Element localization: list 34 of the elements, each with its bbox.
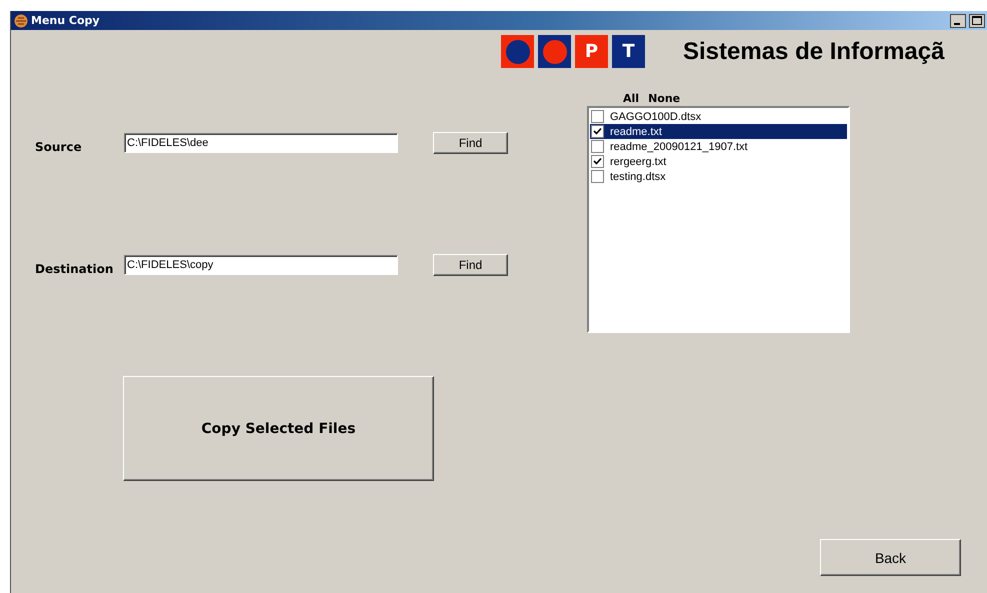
back-button[interactable]: Back <box>820 539 961 576</box>
find-button[interactable]: Find <box>433 132 508 154</box>
checkbox[interactable] <box>591 155 604 168</box>
file-name: rergeerg.txt <box>610 156 666 168</box>
file-item[interactable]: readme.txt <box>590 124 847 139</box>
minimize-icon[interactable] <box>950 14 966 28</box>
checkbox[interactable] <box>591 170 604 183</box>
header-title: Sistemas de Informaçã <box>683 38 944 66</box>
file-name: readme_20090121_1907.txt <box>610 140 748 152</box>
app-icon <box>14 14 28 28</box>
find-button[interactable]: Find <box>433 254 508 276</box>
circle-icon <box>506 40 530 64</box>
file-item[interactable]: readme_20090121_1907.txt <box>590 139 847 154</box>
logo-letter: T <box>612 35 645 68</box>
logo-letter: P <box>575 35 608 68</box>
checkbox[interactable] <box>591 125 604 138</box>
file-name: testing.dtsx <box>610 170 666 182</box>
maximize-icon[interactable] <box>969 14 985 28</box>
file-name: readme.txt <box>610 126 662 138</box>
window-title: Menu Copy <box>31 14 101 27</box>
file-item[interactable]: GAGGO100D.dtsx <box>590 109 847 124</box>
file-name: GAGGO100D.dtsx <box>610 110 702 122</box>
checkbox[interactable] <box>591 110 604 123</box>
field-label: Source <box>35 139 83 154</box>
copy-button[interactable]: Copy Selected Files <box>123 376 434 481</box>
file-item[interactable]: testing.dtsx <box>590 169 847 184</box>
select-all-link[interactable]: All <box>623 92 640 106</box>
file-item[interactable]: rergeerg.txt <box>590 154 847 169</box>
circle-icon <box>542 40 566 64</box>
path-field[interactable]: C:\FIDELES\dee <box>124 133 398 153</box>
checkbox[interactable] <box>591 140 604 153</box>
field-label: Destination <box>35 261 114 276</box>
path-field[interactable]: C:\FIDELES\copy <box>124 255 398 275</box>
select-none-link[interactable]: None <box>648 92 680 106</box>
